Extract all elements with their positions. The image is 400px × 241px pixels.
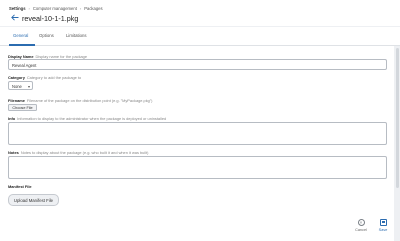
upload-manifest-button[interactable]: Upload Manifest File (8, 194, 59, 206)
save-icon (379, 219, 387, 226)
info-textarea[interactable] (8, 122, 387, 145)
breadcrumb-computer-management[interactable]: Computer management (33, 6, 77, 11)
tab-bar: General Options Limitations (0, 27, 400, 46)
save-label: Save (378, 227, 388, 232)
breadcrumb-separator: › (28, 6, 30, 11)
cancel-button[interactable]: × Cancel (350, 215, 372, 235)
breadcrumb-packages[interactable]: Packages (84, 6, 102, 11)
tab-options[interactable]: Options (39, 33, 54, 38)
category-value: None (12, 84, 22, 90)
breadcrumb-separator: › (79, 6, 82, 11)
breadcrumb-settings[interactable]: Settings (9, 6, 26, 11)
chevron-down-icon: ▾ (27, 83, 30, 89)
notes-label: Notes Notes to display about the package … (8, 150, 149, 155)
info-label: Info Information to display to the admini… (8, 116, 167, 121)
category-label: Category Category to add the package to (8, 75, 82, 80)
cancel-label: Cancel (355, 227, 367, 232)
display-name-value: Reveal Agent (12, 63, 37, 69)
page-title: reveal-10-1-1.pkg (22, 14, 79, 23)
page-header: Settings › Computer management › Package… (0, 0, 400, 26)
notes-textarea[interactable] (8, 156, 387, 179)
tab-general[interactable]: General (13, 33, 28, 38)
manifest-label: Manifest File (8, 184, 32, 189)
display-name-input[interactable]: Reveal Agent (8, 59, 387, 70)
scrollbar[interactable] (394, 46, 400, 241)
category-select[interactable]: None ▾ (8, 81, 33, 90)
arrow-left-icon[interactable] (10, 13, 20, 21)
choose-file-button[interactable]: Choose File (8, 104, 37, 111)
breadcrumb: Settings › Computer management › Package… (9, 6, 103, 11)
save-button[interactable]: Save (372, 215, 394, 235)
filename-label: Filename Filename of the package on the d… (8, 98, 153, 103)
tab-limitations[interactable]: Limitations (66, 33, 87, 38)
scrollbar-thumb[interactable] (395, 48, 399, 188)
cancel-circle-icon: × (357, 219, 365, 226)
